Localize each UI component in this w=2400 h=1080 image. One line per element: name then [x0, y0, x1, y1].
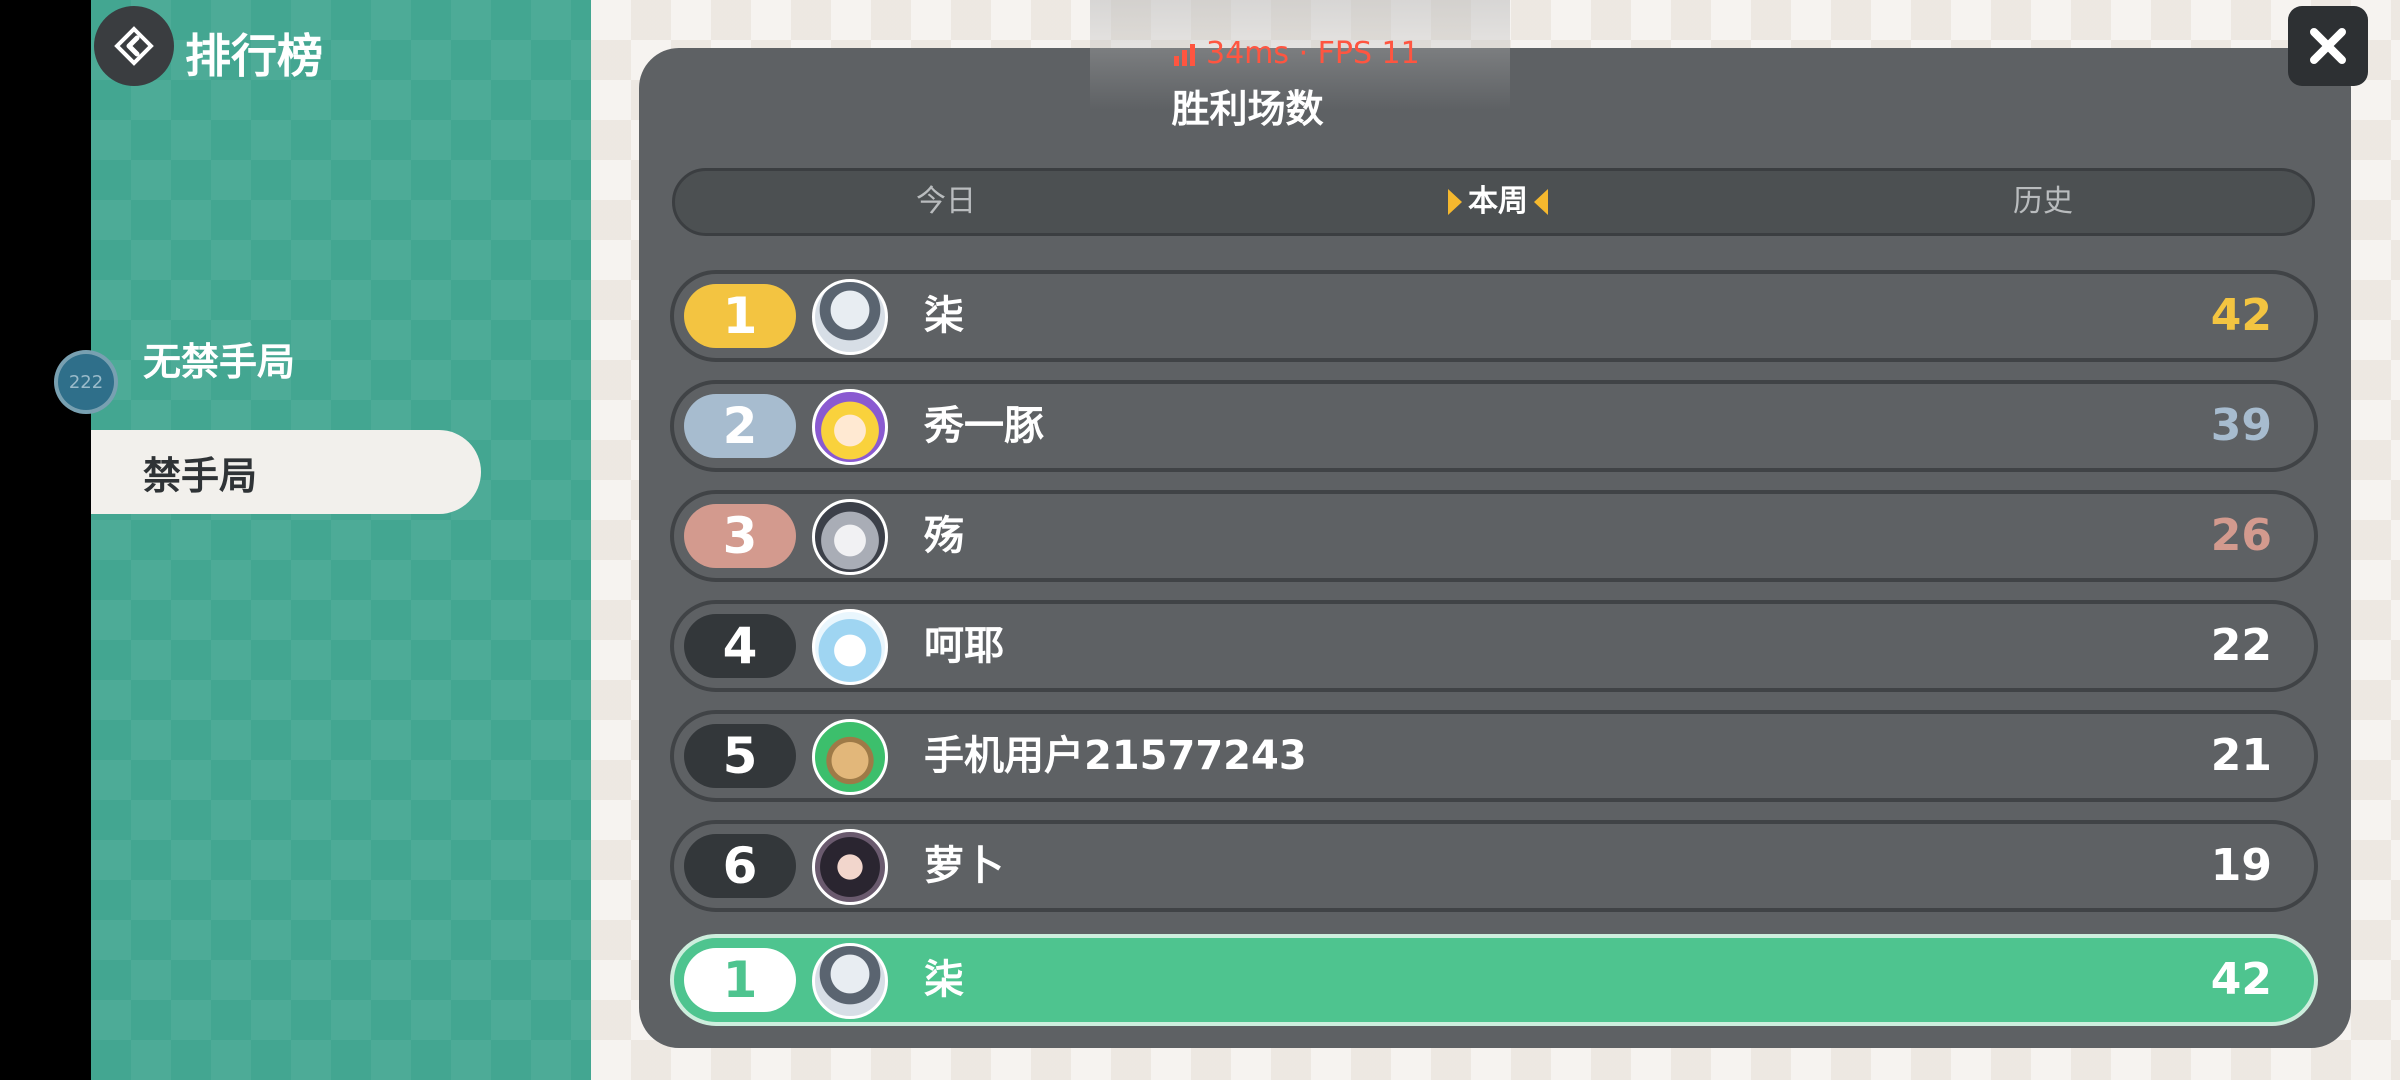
period-tabs: 今日 本周 历史: [672, 168, 2315, 236]
rank-badge: 1: [684, 948, 796, 1012]
close-button[interactable]: [2288, 6, 2368, 86]
win-count: 42: [2210, 290, 2272, 341]
panel-title: 胜利场数: [1171, 87, 1324, 131]
fps-indicator: 34ms · FPS 11: [1172, 36, 1420, 71]
win-count: 39: [2210, 400, 2272, 451]
leaderboard-row[interactable]: 5 手机用户21577243 21: [670, 710, 2318, 802]
player-name: 手机用户21577243: [924, 733, 1307, 779]
sidebar-item-no-forbidden[interactable]: 无禁手局: [91, 316, 491, 400]
leaderboard-row[interactable]: 6 萝卜 19: [670, 820, 2318, 912]
float-ball-label: 222: [68, 371, 104, 393]
win-count: 21: [2210, 730, 2272, 781]
selected-marker-left-icon: [1534, 189, 1548, 215]
rank-badge: 3: [684, 504, 796, 568]
avatar: [812, 609, 888, 685]
leaderboard-row[interactable]: 4 呵耶 22: [670, 600, 2318, 692]
selected-marker-right-icon: [1448, 189, 1462, 215]
back-button[interactable]: [94, 6, 174, 86]
rank-badge: 6: [684, 834, 796, 898]
win-count: 42: [2210, 954, 2272, 1005]
close-icon: [2310, 28, 2346, 64]
tab-this-week[interactable]: 本周: [1448, 171, 1548, 233]
avatar: [812, 389, 888, 465]
signal-bars-icon: [1174, 43, 1195, 66]
fps-text: 34ms · FPS 11: [1206, 36, 1420, 71]
page-title: 排行榜: [185, 29, 323, 83]
back-arrow-icon: [114, 26, 154, 66]
leaderboard-row[interactable]: 2 秀一豚 39: [670, 380, 2318, 472]
win-count: 22: [2210, 620, 2272, 671]
tab-history[interactable]: 历史: [2013, 171, 2073, 233]
sidebar-item-label: 禁手局: [143, 453, 258, 498]
player-name: 殇: [924, 513, 964, 559]
rank-badge: 2: [684, 394, 796, 458]
avatar: [812, 829, 888, 905]
leaderboard-row[interactable]: 1 柒 42: [670, 270, 2318, 362]
player-name: 呵耶: [924, 623, 1004, 669]
avatar: [812, 499, 888, 575]
tab-today[interactable]: 今日: [916, 171, 976, 233]
player-name: 柒: [924, 957, 964, 1003]
sidebar: [91, 0, 591, 1080]
win-count: 19: [2210, 840, 2272, 891]
player-name: 柒: [924, 293, 964, 339]
player-name: 秀一豚: [924, 403, 1044, 449]
floating-assist-ball[interactable]: 222: [54, 350, 118, 414]
avatar: [812, 279, 888, 355]
tab-label: 历史: [2013, 184, 2073, 219]
player-name: 萝卜: [924, 843, 1004, 889]
sidebar-item-label: 无禁手局: [143, 339, 296, 384]
tab-label: 本周: [1468, 184, 1528, 219]
avatar: [812, 943, 888, 1019]
sidebar-item-forbidden[interactable]: 禁手局: [91, 430, 481, 514]
my-rank-row[interactable]: 1 柒 42: [670, 934, 2318, 1026]
rank-badge: 5: [684, 724, 796, 788]
leaderboard-row[interactable]: 3 殇 26: [670, 490, 2318, 582]
rank-badge: 1: [684, 284, 796, 348]
screen-edge: [0, 0, 91, 1080]
win-count: 26: [2210, 510, 2272, 561]
avatar: [812, 719, 888, 795]
rank-badge: 4: [684, 614, 796, 678]
tab-label: 今日: [916, 184, 976, 219]
